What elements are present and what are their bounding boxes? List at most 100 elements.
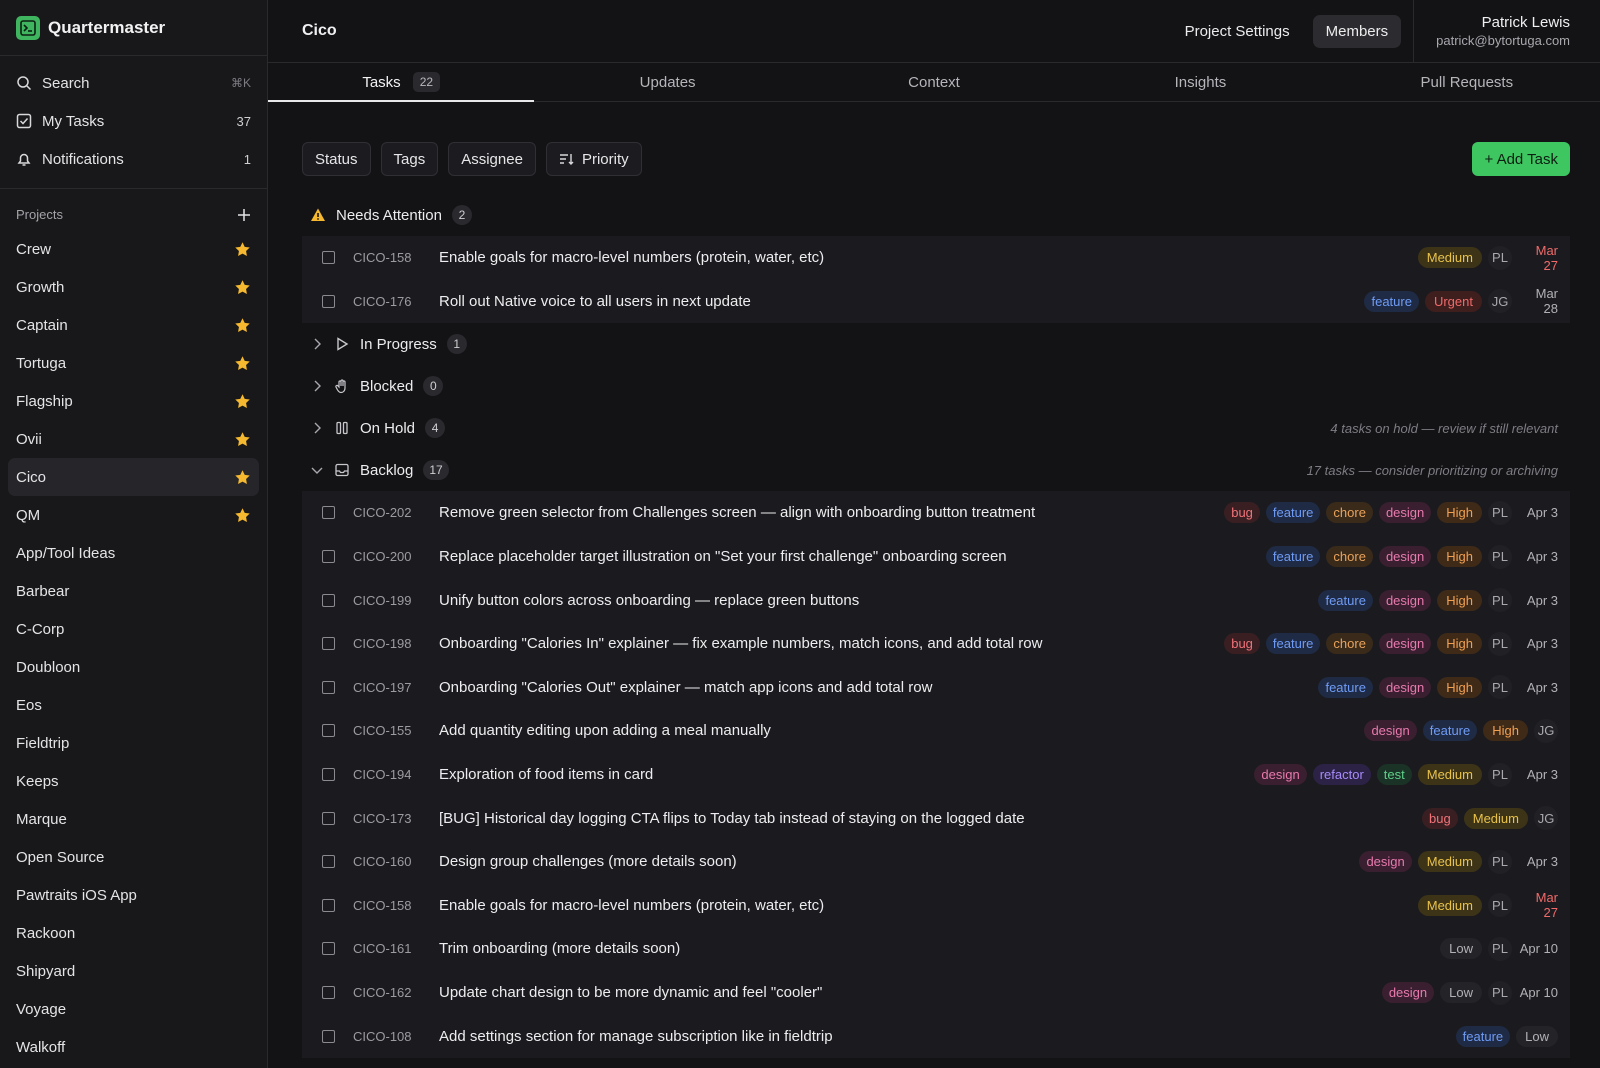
tag-badge[interactable]: design — [1359, 851, 1412, 873]
task-title[interactable]: Trim onboarding (more details soon) — [439, 940, 1440, 957]
priority-badge[interactable]: High — [1437, 589, 1482, 611]
sidebar-item-project[interactable]: Crew — [8, 230, 259, 268]
priority-badge[interactable]: Medium — [1417, 247, 1482, 269]
avatar[interactable]: JG — [1534, 806, 1558, 831]
task-title[interactable]: Add quantity editing upon adding a meal … — [439, 722, 1364, 739]
sidebar-item-project[interactable]: Keeps — [8, 762, 259, 800]
tab-insights[interactable]: Insights — [1067, 63, 1333, 101]
task-title[interactable]: Unify button colors across onboarding — … — [439, 592, 1318, 609]
table-row[interactable]: CICO-200 Replace placeholder target illus… — [302, 535, 1570, 579]
tag-badge[interactable]: feature — [1318, 676, 1373, 698]
sidebar-item-project[interactable]: Captain — [8, 306, 259, 344]
task-checkbox[interactable] — [322, 942, 335, 956]
table-row[interactable]: CICO-158 Enable goals for macro-level num… — [302, 884, 1570, 928]
sidebar-item-project[interactable]: Barbear — [8, 572, 259, 610]
task-checkbox[interactable] — [322, 593, 335, 607]
table-row[interactable]: CICO-155 Add quantity editing upon adding… — [302, 709, 1570, 753]
tag-badge[interactable]: chore — [1326, 633, 1373, 655]
task-title[interactable]: Exploration of food items in card — [439, 766, 1254, 783]
sidebar-item-project[interactable]: C-Corp — [8, 610, 259, 648]
tab-tasks[interactable]: Tasks 22 — [268, 63, 535, 102]
group-in-progress[interactable]: In Progress 1 — [302, 323, 1570, 365]
avatar[interactable]: PL — [1488, 544, 1512, 569]
star-icon[interactable] — [234, 507, 251, 524]
priority-badge[interactable]: High — [1437, 502, 1482, 524]
priority-badge[interactable]: High — [1437, 546, 1482, 568]
tag-badge[interactable]: design — [1378, 546, 1432, 568]
sidebar-item-project[interactable]: Open Source — [8, 838, 259, 876]
sidebar-item-project[interactable]: Growth — [8, 268, 259, 306]
table-row[interactable]: CICO-162 Update chart design to be more d… — [302, 971, 1570, 1015]
tab-updates[interactable]: Updates — [534, 63, 800, 101]
avatar[interactable]: PL — [1488, 762, 1512, 787]
sidebar-item-project[interactable]: Walkoff — [8, 1028, 259, 1066]
table-row[interactable]: CICO-158 Enable goals for macro-level num… — [302, 236, 1570, 280]
tab-pull-requests[interactable]: Pull Requests — [1334, 63, 1600, 101]
tag-badge[interactable]: bug — [1224, 502, 1260, 524]
table-row[interactable]: CICO-108 Add settings section for manage … — [302, 1014, 1570, 1058]
status-filter-button[interactable]: Status — [302, 142, 371, 176]
group-on-hold[interactable]: On Hold 4 4 tasks on hold — review if st… — [302, 407, 1570, 449]
table-row[interactable]: CICO-198 Onboarding "Calories In" explain… — [302, 622, 1570, 666]
sidebar-item-project[interactable]: Doubloon — [8, 648, 259, 686]
task-checkbox[interactable] — [322, 898, 335, 912]
assignee-filter-button[interactable]: Assignee — [448, 142, 536, 176]
task-title[interactable]: [BUG] Historical day logging CTA flips t… — [439, 810, 1422, 827]
task-checkbox[interactable] — [322, 986, 335, 1000]
avatar[interactable]: JG — [1488, 289, 1512, 314]
group-needs-attention[interactable]: Needs Attention 2 — [302, 194, 1570, 236]
task-title[interactable]: Onboarding "Calories In" explainer — fix… — [439, 635, 1224, 652]
task-checkbox[interactable] — [322, 506, 335, 520]
sidebar-item-project[interactable]: Pawtraits iOS App — [8, 876, 259, 914]
priority-badge[interactable]: Urgent — [1424, 290, 1482, 312]
sidebar-item-project[interactable]: Shipyard — [8, 952, 259, 990]
task-checkbox[interactable] — [322, 811, 335, 825]
sidebar-item-project[interactable]: QM — [8, 496, 259, 534]
tag-badge[interactable]: design — [1364, 720, 1417, 742]
task-checkbox[interactable] — [322, 550, 335, 564]
tag-badge[interactable]: feature — [1422, 720, 1478, 742]
task-checkbox[interactable] — [322, 637, 335, 651]
avatar[interactable]: PL — [1488, 631, 1512, 656]
task-title[interactable]: Enable goals for macro-level numbers (pr… — [439, 897, 1418, 914]
sidebar-item-project[interactable]: Eos — [8, 686, 259, 724]
tag-badge[interactable]: test — [1376, 764, 1412, 786]
tag-badge[interactable]: chore — [1326, 546, 1373, 568]
task-checkbox[interactable] — [322, 855, 335, 869]
nav-search[interactable]: Search ⌘K — [8, 64, 259, 102]
avatar[interactable]: PL — [1488, 893, 1512, 918]
avatar[interactable]: PL — [1488, 500, 1512, 525]
tag-badge[interactable]: chore — [1326, 502, 1373, 524]
tag-badge[interactable]: design — [1378, 502, 1432, 524]
task-title[interactable]: Roll out Native voice to all users in ne… — [439, 293, 1364, 310]
priority-badge[interactable]: Medium — [1417, 851, 1482, 873]
sidebar-item-project[interactable]: Fieldtrip — [8, 724, 259, 762]
tag-badge[interactable]: design — [1254, 764, 1307, 786]
tag-badge[interactable]: bug — [1422, 807, 1458, 829]
tags-filter-button[interactable]: Tags — [380, 142, 439, 176]
task-checkbox[interactable] — [322, 724, 335, 738]
task-checkbox[interactable] — [322, 294, 335, 308]
tag-badge[interactable]: design — [1381, 982, 1435, 1004]
sidebar-item-project[interactable]: Tortuga — [8, 344, 259, 382]
priority-badge[interactable]: Medium — [1463, 807, 1528, 829]
nav-my-tasks[interactable]: My Tasks 37 — [8, 102, 259, 140]
table-row[interactable]: CICO-176 Roll out Native voice to all use… — [302, 280, 1570, 324]
sidebar-item-project[interactable]: Rackoon — [8, 914, 259, 952]
tag-badge[interactable]: design — [1378, 589, 1432, 611]
task-title[interactable]: Remove green selector from Challenges sc… — [439, 504, 1224, 521]
task-title[interactable]: Update chart design to be more dynamic a… — [439, 984, 1382, 1001]
sidebar-item-project[interactable]: Ovii — [8, 420, 259, 458]
task-title[interactable]: Enable goals for macro-level numbers (pr… — [439, 249, 1418, 266]
table-row[interactable]: CICO-202 Remove green selector from Chall… — [302, 491, 1570, 535]
group-blocked[interactable]: Blocked 0 — [302, 365, 1570, 407]
add-project-icon[interactable] — [237, 208, 251, 222]
avatar[interactable]: PL — [1488, 588, 1512, 613]
task-checkbox[interactable] — [322, 1029, 335, 1043]
task-checkbox[interactable] — [322, 768, 335, 782]
tag-badge[interactable]: design — [1378, 633, 1432, 655]
avatar[interactable]: PL — [1488, 849, 1512, 874]
priority-sort-button[interactable]: Priority — [545, 142, 642, 176]
avatar[interactable]: PL — [1488, 980, 1512, 1005]
star-icon[interactable] — [234, 317, 251, 334]
